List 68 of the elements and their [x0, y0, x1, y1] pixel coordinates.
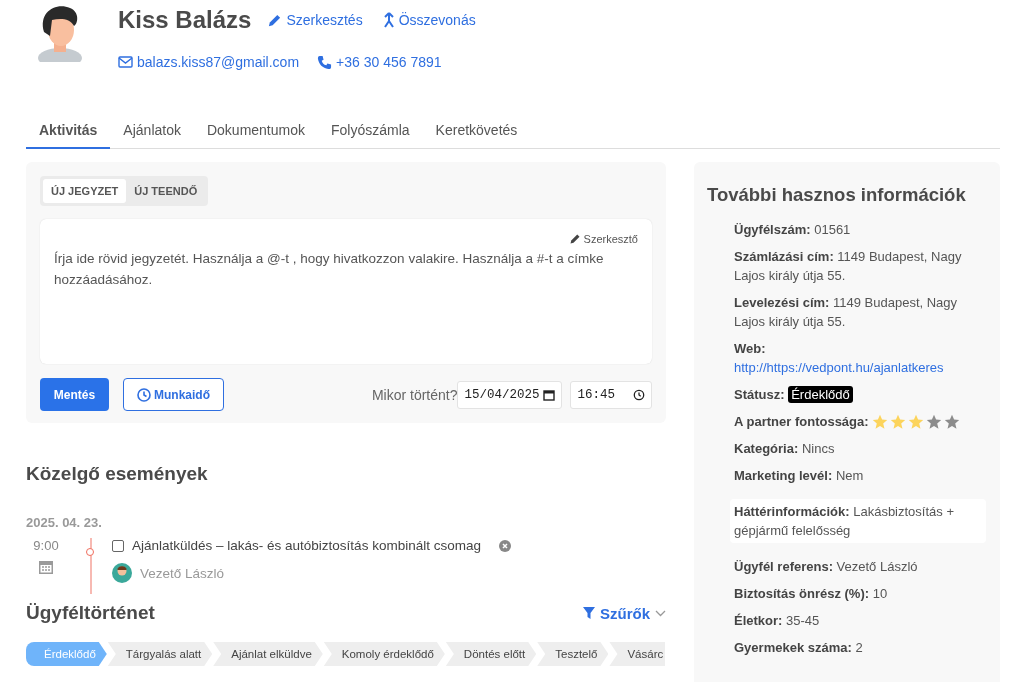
tab[interactable]: Folyószámla	[318, 112, 423, 149]
pipeline-stage[interactable]: Ajánlat elküldve	[213, 642, 323, 666]
field-label: Státusz:	[734, 387, 785, 402]
event-time: 9:00	[33, 538, 59, 553]
clock-icon	[137, 387, 151, 402]
star-icon	[889, 413, 906, 430]
assignee-name: Vezető László	[140, 565, 225, 581]
info-field: Kategória: Nincs	[734, 439, 986, 458]
email-link[interactable]: balazs.kiss87@gmail.com	[118, 54, 300, 70]
info-field: Ügyfélszám: 01561	[734, 220, 986, 239]
merge-icon	[382, 12, 395, 28]
close-icon[interactable]	[498, 539, 511, 552]
pipeline-stage[interactable]: Vásárc	[609, 642, 666, 666]
when-label: Mikor történt?	[371, 386, 458, 403]
star-icon	[943, 413, 960, 430]
filter-icon	[583, 607, 595, 619]
mode-tab[interactable]: ÚJ TEENDŐ	[126, 179, 206, 203]
phone-link[interactable]: +36 30 456 7891	[317, 54, 442, 70]
calendar-icon	[543, 388, 556, 401]
info-field: Életkor: 35-45	[734, 611, 986, 630]
star-icon	[871, 413, 888, 430]
section-title: Közelgő események	[26, 463, 209, 485]
pipeline-stage[interactable]: Tesztelő	[537, 642, 609, 666]
mail-icon	[118, 56, 133, 68]
info-field: Biztosítás önrész (%): 10	[734, 584, 986, 603]
pencil-icon	[568, 233, 581, 245]
event-title: Ajánlatküldés – lakás- és autóbiztosítás kombinált csomag	[132, 538, 481, 553]
merge-link[interactable]: Összevonás	[382, 12, 476, 28]
section-title: Ügyféltörténet	[26, 602, 155, 624]
edit-link[interactable]: Szerkesztés	[267, 12, 363, 28]
save-button[interactable]: Mentés	[40, 378, 109, 411]
info-note: Háttérinformációk: Lakásbiztosítás + gépjármű felelősség	[730, 499, 986, 543]
person-avatar-icon	[112, 563, 132, 583]
tab[interactable]: Aktivitás	[26, 112, 111, 149]
contact-name: Kiss Balázs	[118, 6, 252, 34]
info-field: Marketing levél: Nem	[734, 466, 986, 485]
pipeline-stage[interactable]: Döntés előtt	[445, 642, 537, 666]
website-link[interactable]: http://https://vedpont.hu/ajanlatkeres	[734, 360, 944, 375]
filter-button[interactable]: Szűrők	[583, 604, 666, 622]
date-field[interactable]: 15/04/2025	[457, 380, 563, 409]
tab[interactable]: Dokumentumok	[193, 112, 318, 149]
pipeline-stage[interactable]: Tárgyalás alatt	[107, 642, 213, 666]
note-placeholder: Írja ide rövid jegyzetét. Használja a @-t , hogy hivatkozzon valakire. Használja a #-t a címke hozzáadásához.	[54, 250, 605, 289]
phone-icon	[317, 54, 333, 70]
panel-title: További hasznos információk	[707, 184, 967, 206]
field-label: Web:	[734, 341, 766, 356]
info-field: Számlázási cím: 1149 Budapest, Nagy Lajos király útja 55.	[734, 247, 986, 285]
status-badge: Érdeklődő	[788, 386, 853, 403]
field-label: A partner fontossága:	[734, 413, 869, 431]
info-field: Levelezési cím: 1149 Budapest, Nagy Lajos király útja 55.	[734, 293, 986, 331]
info-field: Gyermekek száma: 2	[734, 638, 986, 657]
info-field: Ügyfél referens: Vezető László	[734, 557, 986, 576]
chevron-down-icon	[655, 609, 666, 617]
star-icon	[925, 413, 942, 430]
calendar-icon	[38, 559, 54, 575]
pencil-icon	[267, 12, 283, 28]
clock-icon	[633, 388, 645, 401]
pipeline-stage[interactable]: Komoly érdeklődő	[323, 642, 445, 666]
tab[interactable]: Ajánlatok	[110, 112, 194, 149]
star-icon	[907, 413, 924, 430]
task-checkbox[interactable]	[112, 539, 124, 552]
tab[interactable]: Keretkövetés	[422, 112, 531, 149]
editor-link[interactable]: Szerkesztő	[568, 233, 638, 245]
worktime-button[interactable]: Munkaidő	[123, 378, 224, 411]
time-field[interactable]: 16:45	[570, 380, 652, 409]
mode-tab[interactable]: ÚJ JEGYZET	[43, 179, 127, 203]
event-date: 2025. 04. 23.	[26, 515, 103, 530]
note-input-field[interactable]: Szerkesztő Írja ide rövid jegyzetét. Használja a @-t , hogy hivatkozzon valakire. Használja a #-t a címke hozzáadásához.	[40, 219, 652, 364]
